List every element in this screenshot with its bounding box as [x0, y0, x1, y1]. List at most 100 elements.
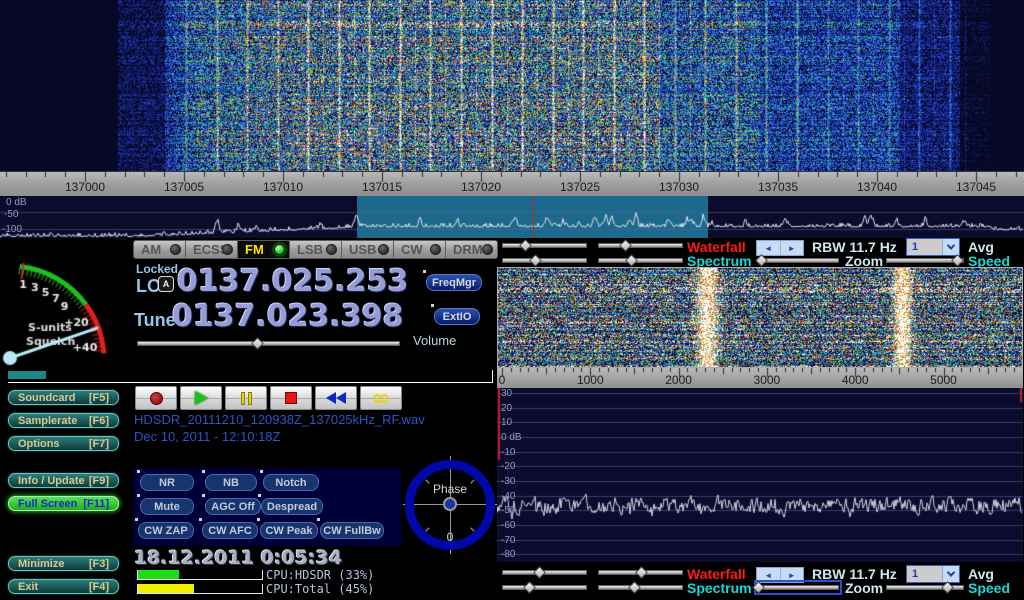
mode-am[interactable]: AM: [133, 240, 186, 259]
utc-datetime: 18.12.2011 0:05:34: [134, 547, 342, 569]
panel-divider: [492, 370, 493, 382]
info-update-button[interactable]: Info / Update[F9]: [8, 473, 119, 488]
notch-button[interactable]: Notch: [263, 474, 319, 491]
avg-select[interactable]: 1: [906, 238, 960, 256]
tune-label: Tune: [134, 310, 176, 331]
af-waterfall[interactable]: [498, 268, 1022, 367]
main-spectrum[interactable]: 0 dB -50 -100: [0, 196, 1024, 238]
frequency-scale-label: 137025: [560, 180, 600, 194]
zoom-slider[interactable]: [757, 256, 839, 265]
mode-led: [170, 244, 181, 255]
phase-label: Phase: [403, 482, 497, 496]
recording-timestamp: Dec 10, 2011 - 12:10:18Z: [134, 429, 280, 444]
tune-frequency-display[interactable]: 0137.023.398: [172, 299, 404, 334]
speed-label-2: Speed: [968, 580, 1010, 596]
avg-select-2[interactable]: 1: [906, 565, 960, 583]
mode-fm[interactable]: FM: [238, 240, 290, 259]
despread-button[interactable]: Despread: [261, 498, 323, 515]
nb-button[interactable]: NB: [205, 474, 257, 491]
freqmgr-button[interactable]: FreqMgr: [426, 274, 482, 291]
waterfall-contrast-slider[interactable]: [598, 241, 683, 250]
cw-peak-button[interactable]: CW Peak: [260, 522, 318, 539]
loop-button[interactable]: [360, 386, 402, 410]
chevron-down-icon[interactable]: [942, 566, 959, 582]
db-label: -100: [2, 224, 22, 235]
waterfall-brightness-slider[interactable]: [502, 241, 587, 250]
rewind-button[interactable]: [315, 386, 357, 410]
samplerate-button[interactable]: Samplerate[F6]: [8, 413, 119, 428]
af-spectrum[interactable]: 3020100 dB-10-20-30-40-50-60-70-80: [497, 388, 1023, 562]
loop-icon: [373, 394, 389, 403]
tune-frequency-line: [533, 196, 534, 238]
db-label: -50: [4, 209, 18, 220]
af-scale-label: 2000: [665, 373, 692, 387]
fullscreen-button[interactable]: Full Screen[F11]: [8, 496, 119, 511]
af-scale-label: 3000: [754, 373, 781, 387]
waterfall-shift-spinner-2[interactable]: ◄►: [756, 567, 804, 583]
spectrum-ref-slider-2[interactable]: [502, 583, 587, 592]
stop-icon: [285, 392, 297, 404]
spectrum-trace: [0, 196, 1024, 238]
slider-thumb[interactable]: [251, 337, 264, 350]
mode-drm[interactable]: DRM: [446, 240, 498, 259]
spectrum-range-slider[interactable]: [598, 256, 683, 265]
pause-button[interactable]: [225, 386, 267, 410]
cw-zap-button[interactable]: CW ZAP: [138, 522, 194, 539]
exit-button[interactable]: Exit[F4]: [8, 579, 119, 594]
cpu-hdsdr-label: CPU:HDSDR (33%): [266, 568, 374, 582]
frequency-scale-label: 137030: [659, 180, 699, 194]
af-db-label: 10: [501, 417, 512, 428]
auto-lo-button[interactable]: A: [158, 276, 174, 292]
nr-button[interactable]: NR: [140, 474, 194, 491]
cpu-total-label: CPU:Total (45%): [266, 582, 374, 596]
s-meter[interactable]: [0, 240, 133, 370]
af-scale-label: 5000: [930, 373, 957, 387]
speed-slider[interactable]: [886, 256, 964, 265]
mode-usb[interactable]: USB: [342, 240, 394, 259]
mode-led: [378, 244, 389, 255]
mode-ecss[interactable]: ECSS: [186, 240, 238, 259]
mode-led: [430, 244, 441, 255]
af-db-label: 0 dB: [501, 432, 522, 443]
options-button[interactable]: Options[F7]: [8, 436, 119, 451]
squelch-level-bar[interactable]: [8, 371, 46, 379]
af-spectrum-trace: [497, 388, 1023, 562]
main-waterfall[interactable]: [0, 0, 1024, 171]
recording-filename: HDSDR_20111210_120938Z_137025kHz_RF.wav: [134, 412, 425, 427]
mode-lsb[interactable]: LSB: [290, 240, 342, 259]
rewind-icon: [326, 392, 346, 404]
waterfall-shift-spinner[interactable]: ◄►: [756, 240, 804, 256]
af-db-label: 20: [501, 403, 512, 414]
mute-button[interactable]: Mute: [140, 498, 194, 515]
spectrum-range-slider-2[interactable]: [598, 583, 683, 592]
waterfall-brightness-slider-2[interactable]: [502, 568, 587, 577]
zoom-slider-2[interactable]: [757, 583, 839, 592]
record-button[interactable]: [135, 386, 177, 410]
frequency-scale-label: 137005: [164, 180, 204, 194]
af-db-label: -10: [501, 447, 515, 458]
spectrum-ref-slider[interactable]: [502, 256, 587, 265]
volume-slider[interactable]: [137, 339, 400, 348]
soundcard-button[interactable]: Soundcard[F5]: [8, 390, 119, 405]
stop-button[interactable]: [270, 386, 312, 410]
af-db-label: -40: [501, 491, 515, 502]
speed-slider-2[interactable]: [886, 583, 964, 592]
extio-button[interactable]: ExtIO: [434, 308, 480, 325]
agc-button[interactable]: AGC Off: [205, 498, 261, 515]
cw-fullbw-button[interactable]: CW FullBw: [320, 522, 384, 539]
af-db-label: -70: [501, 535, 515, 546]
cw-afc-button[interactable]: CW AFC: [202, 522, 258, 539]
cpu-total-bar: [137, 584, 263, 594]
lo-frequency-display[interactable]: 0137.025.253: [177, 264, 409, 299]
mode-cw[interactable]: CW: [394, 240, 446, 259]
chevron-down-icon[interactable]: [942, 239, 959, 255]
dsp-panel: NR NB Notch Mute AGC Off Despread CW ZAP…: [133, 468, 401, 546]
volume-label: Volume: [413, 333, 456, 348]
left-arrow-icon: ◄: [757, 241, 781, 255]
af-frequency-scale[interactable]: 010002000300040005000: [497, 368, 1023, 388]
play-button[interactable]: [180, 386, 222, 410]
main-frequency-scale[interactable]: 1370001370051370101370151370201370251370…: [0, 171, 1024, 196]
waterfall-contrast-slider-2[interactable]: [598, 568, 683, 577]
panel-divider: [8, 382, 493, 383]
minimize-button[interactable]: Minimize[F3]: [8, 556, 119, 571]
